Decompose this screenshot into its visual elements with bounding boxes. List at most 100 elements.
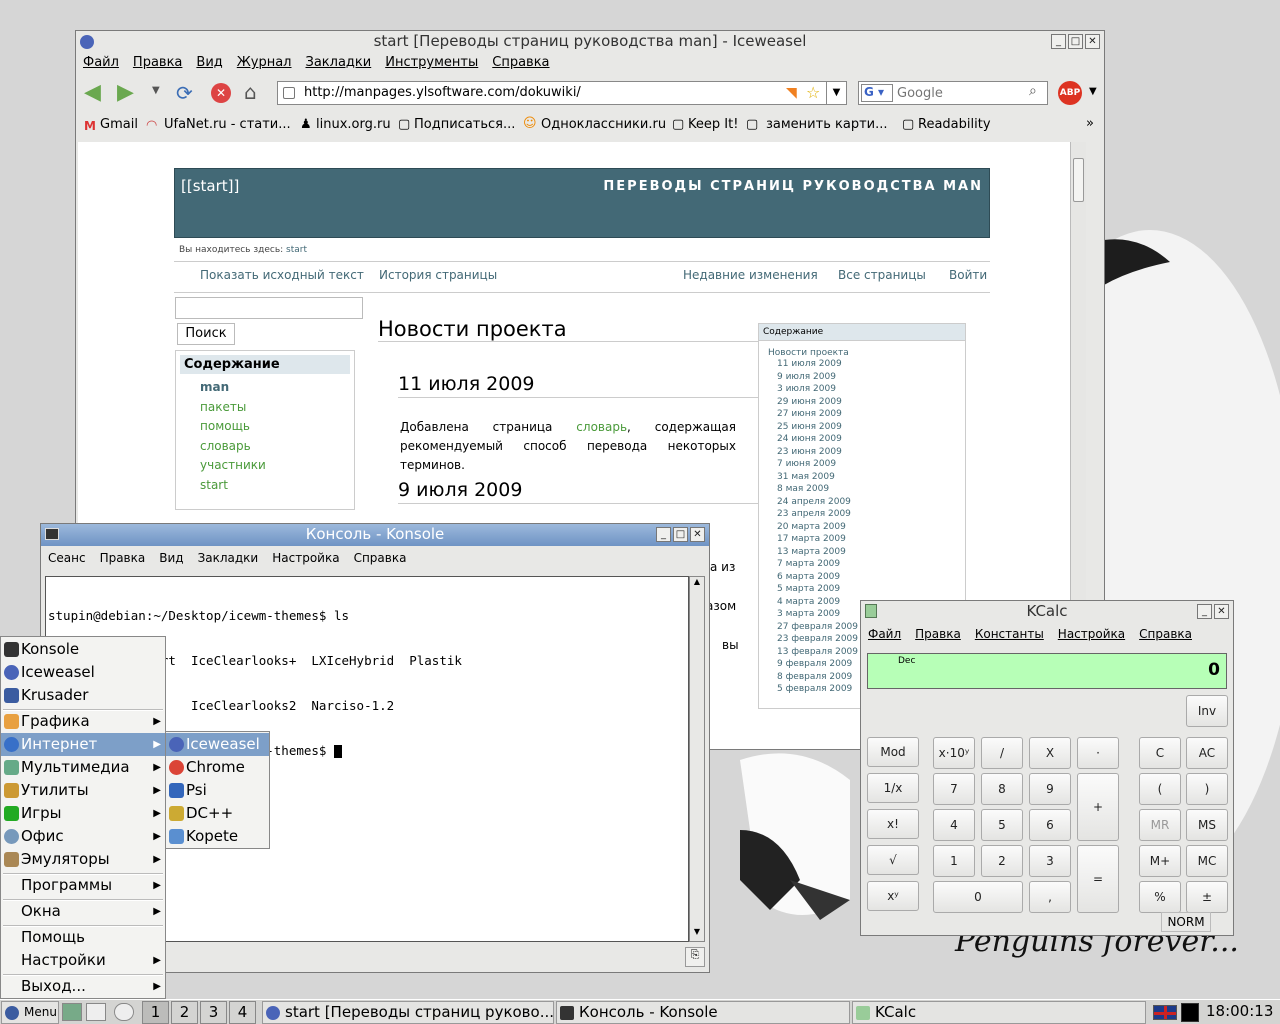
menu-item-windows[interactable]: Окна ▶ [1,900,165,923]
home-icon[interactable]: ⌂ [244,80,257,104]
submenu-item-chrome[interactable]: Chrome [166,756,269,779]
calc-button-comma[interactable]: , [1029,881,1071,913]
menu-file[interactable]: Файл [861,624,908,644]
calc-button-n7[interactable]: 7 [933,773,975,805]
menu-item-help[interactable]: Помощь [1,926,165,949]
task-iceweasel[interactable]: start [Переводы страниц руково... [262,1001,554,1024]
toc-item[interactable]: 25 июня 2009 [777,421,965,434]
toc-top[interactable]: Новости проекта [768,348,965,358]
toc-item[interactable]: 24 апреля 2009 [777,496,965,509]
kcalc-window[interactable]: KCalc _ ✕ Файл Правка Константы Настройка… [860,600,1234,936]
minimize-button[interactable]: _ [1197,604,1212,619]
menu-file[interactable]: Файл [76,53,126,73]
workspace-1[interactable]: 1 [142,1001,169,1024]
menu-item-settings[interactable]: Настройки ▶ [1,949,165,972]
calc-button-eq[interactable]: = [1077,845,1119,913]
google-engine-icon[interactable]: G ▾ [861,84,893,102]
calc-button-plus[interactable]: + [1077,773,1119,841]
menu-bookmarks[interactable]: Закладки [299,53,379,73]
minimize-button[interactable]: _ [656,527,671,542]
start-menu-button[interactable]: Menu [1,1001,59,1024]
bookmark-odnoklassniki[interactable]: Одноклассники.ru [541,117,666,132]
calc-button-dot[interactable]: · [1077,737,1119,769]
clock[interactable]: 18:00:13 [1206,1002,1273,1020]
menu-item-utilities[interactable]: Утилиты ▶ [1,779,165,802]
wiki-search-input[interactable] [175,297,363,319]
submenu-item-psi[interactable]: Psi [166,779,269,802]
toc-item[interactable]: 17 марта 2009 [777,533,965,546]
adblock-icon[interactable]: ABP [1058,81,1082,105]
workspace-3[interactable]: 3 [200,1001,227,1024]
menu-view[interactable]: Вид [152,548,190,568]
clock-applet-icon[interactable] [114,1003,134,1021]
menu-bookmarks[interactable]: Закладки [191,548,266,568]
calc-button-exp[interactable]: x·10ʸ [933,737,975,769]
calc-button-n5[interactable]: 5 [981,809,1023,841]
menu-item-graphics[interactable]: Графика ▶ [1,710,165,733]
task-konsole[interactable]: Консоль - Konsole [556,1001,850,1024]
menu-tools[interactable]: Инструменты [378,53,485,73]
toc-item[interactable]: 27 июня 2009 [777,408,965,421]
sidebar-item-glossary[interactable]: словарь [200,437,354,457]
calc-button-n9[interactable]: 9 [1029,773,1071,805]
calc-button-sqrt[interactable]: √ [867,845,919,875]
url-dropdown-icon[interactable]: ▼ [826,82,846,104]
search-icon[interactable]: ⌕ [1029,83,1037,99]
menu-settings[interactable]: Настройка [265,548,346,568]
minimize-button[interactable]: _ [1051,34,1066,49]
menu-item-krusader[interactable]: Krusader [1,684,165,707]
browser-titlebar[interactable]: start [Переводы страниц руководства man]… [76,31,1104,53]
calc-button-mod[interactable]: Mod [867,737,919,767]
url-bar[interactable]: http://manpages.ylsoftware.com/dokuwiki/… [277,81,847,105]
calc-button-inv_x[interactable]: 1/x [867,773,919,803]
menu-item-games[interactable]: Игры ▶ [1,802,165,825]
search-bar[interactable]: G ▾ ⌕ [858,81,1048,105]
submenu-item-kopete[interactable]: Kopete [166,825,269,848]
sidebar-item-packages[interactable]: пакеты [200,398,354,418]
menu-help[interactable]: Справка [485,53,556,73]
menu-edit[interactable]: Правка [93,548,153,568]
breadcrumb-link[interactable]: start [286,245,307,255]
calc-button-pm[interactable]: ± [1186,881,1228,913]
kcalc-titlebar[interactable]: KCalc _ ✕ [861,601,1233,623]
calc-button-ms[interactable]: MS [1186,809,1228,841]
menu-item-office[interactable]: Офис ▶ [1,825,165,848]
menu-item-internet[interactable]: Интернет ▶ [1,733,165,756]
close-button[interactable]: ✕ [690,527,705,542]
menu-item-iceweasel[interactable]: Iceweasel [1,661,165,684]
menu-edit[interactable]: Правка [908,624,968,644]
workspace-4[interactable]: 4 [229,1001,256,1024]
show-source-link[interactable]: Показать исходный текст [200,268,364,282]
calc-button-ac[interactable]: AC [1186,737,1228,769]
history-dropdown-icon[interactable]: ▼ [152,85,160,96]
submenu-item-iceweasel[interactable]: Iceweasel [166,733,269,756]
scroll-up-icon[interactable]: ▲ [690,577,704,591]
calc-button-n1[interactable]: 1 [933,845,975,877]
menu-edit[interactable]: Правка [126,53,189,73]
calc-button-fact[interactable]: x! [867,809,919,839]
wiki-start-link[interactable]: [[start]] [181,177,239,195]
calc-button-mul[interactable]: X [1029,737,1071,769]
calc-button-n2[interactable]: 2 [981,845,1023,877]
reload-icon[interactable]: ⟳ [176,81,193,105]
all-pages-link[interactable]: Все страницы [838,268,926,282]
menu-help[interactable]: Справка [347,548,414,568]
sidebar-item-man[interactable]: man [200,378,354,398]
toc-item[interactable]: 3 июля 2009 [777,383,965,396]
bookmark-subscribe[interactable]: Подписаться... [414,117,515,132]
search-input[interactable] [897,84,1025,102]
bookmark-keepit[interactable]: Keep It! [688,117,738,132]
toc-item[interactable]: 31 мая 2009 [777,471,965,484]
back-arrow-icon[interactable]: ◀ [84,82,101,104]
toc-item[interactable]: 23 апреля 2009 [777,508,965,521]
calc-button-rp[interactable]: ) [1186,773,1228,805]
calc-button-mr[interactable]: MR [1139,809,1181,841]
task-kcalc[interactable]: KCalc [852,1001,1146,1024]
calc-button-n4[interactable]: 4 [933,809,975,841]
inv-button[interactable]: Inv [1186,695,1228,727]
toc-item[interactable]: 13 марта 2009 [777,546,965,559]
stop-icon[interactable]: ✕ [211,83,231,103]
menu-item-logout[interactable]: Выход... ▶ [1,975,165,998]
uk-flag-icon[interactable] [1153,1005,1177,1020]
menu-item-konsole[interactable]: Konsole [1,638,165,661]
